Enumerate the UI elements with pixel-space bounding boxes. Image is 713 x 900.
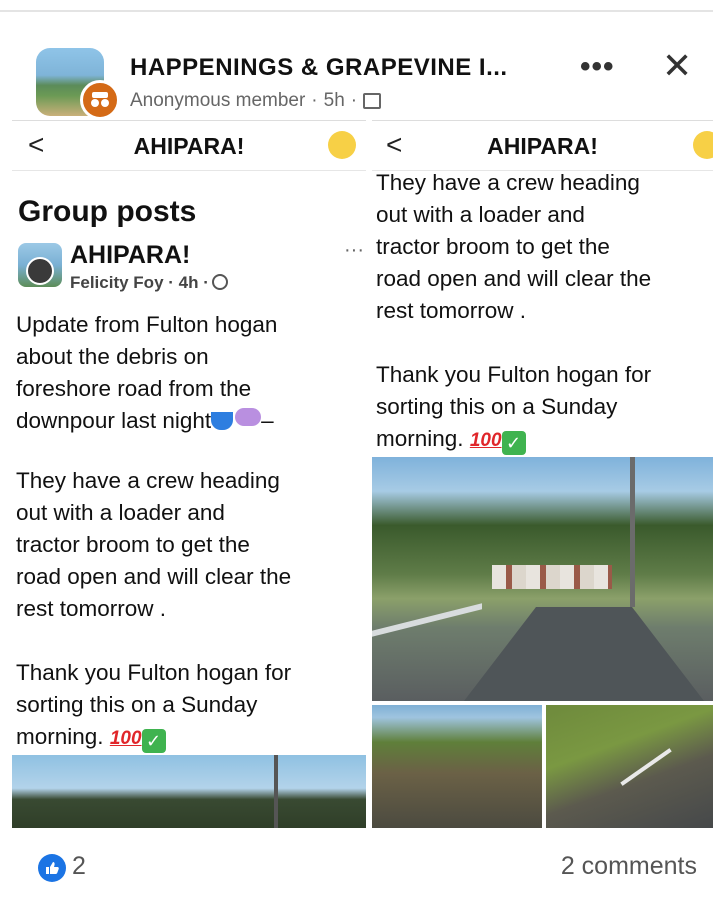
- panel-title: AHIPARA!: [133, 133, 245, 159]
- post-meta: Anonymous member · 5h ·: [130, 90, 382, 112]
- anonymous-icon: [80, 80, 120, 120]
- wave-emoji-icon: [211, 412, 234, 430]
- smile-emoji-icon: [693, 131, 713, 159]
- post-group-name[interactable]: AHIPARA!: [70, 241, 190, 270]
- debris-photo-1[interactable]: [372, 705, 542, 828]
- panel-title: AHIPARA!: [487, 133, 598, 159]
- panel-nav-bar: < AHIPARA!: [12, 121, 366, 171]
- rain-cloud-emoji-icon: [235, 408, 262, 426]
- check-emoji-icon: ✓: [501, 431, 526, 455]
- right-screenshot: < AHIPARA! They have a crew heading out …: [372, 120, 713, 828]
- post-paragraph-2: They have a crew heading out with a load…: [376, 170, 652, 323]
- panel-nav-bar: < AHIPARA!: [372, 121, 713, 171]
- post-author: Felicity Foy · 4h ·: [70, 273, 228, 293]
- comment-count[interactable]: 2 comments: [561, 852, 697, 881]
- globe-icon: [363, 93, 382, 109]
- close-icon[interactable]: ✕: [662, 48, 692, 84]
- road-photo-main[interactable]: [372, 457, 713, 701]
- author-name: Anonymous member: [130, 90, 306, 111]
- post-paragraph-3: Thank you Fulton hogan for sorting this …: [16, 660, 292, 753]
- debris-photo-2[interactable]: [546, 705, 713, 828]
- section-heading: Group posts: [18, 195, 197, 228]
- group-name[interactable]: HAPPENINGS & GRAPEVINE I...: [130, 54, 508, 82]
- hundred-emoji-icon: 100: [469, 430, 502, 451]
- hundred-emoji-icon: 100: [109, 728, 142, 749]
- globe-icon: [211, 274, 228, 290]
- smile-emoji-icon: [328, 131, 356, 159]
- left-screenshot: < AHIPARA! Group posts AHIPARA! ··· Feli…: [12, 120, 366, 828]
- like-icon[interactable]: [38, 854, 66, 882]
- reactions-bar: 2 2 comments: [0, 830, 713, 900]
- post-paragraph-3: Thank you Fulton hogan for sorting this …: [376, 362, 652, 455]
- post-photo-preview[interactable]: [12, 755, 366, 828]
- more-icon[interactable]: •••: [580, 50, 615, 84]
- post-time: 5h: [323, 90, 345, 111]
- like-count[interactable]: 2: [72, 852, 86, 881]
- post-paragraph-1: Update from Fulton hogan about the debri…: [16, 312, 278, 433]
- post-paragraph-2: They have a crew heading out with a load…: [16, 468, 292, 621]
- check-emoji-icon: ✓: [141, 729, 166, 753]
- top-divider: [0, 10, 713, 12]
- more-icon[interactable]: ···: [344, 239, 364, 262]
- post-group-avatar[interactable]: [18, 243, 62, 287]
- post-header: HAPPENINGS & GRAPEVINE I... Anonymous me…: [0, 14, 713, 120]
